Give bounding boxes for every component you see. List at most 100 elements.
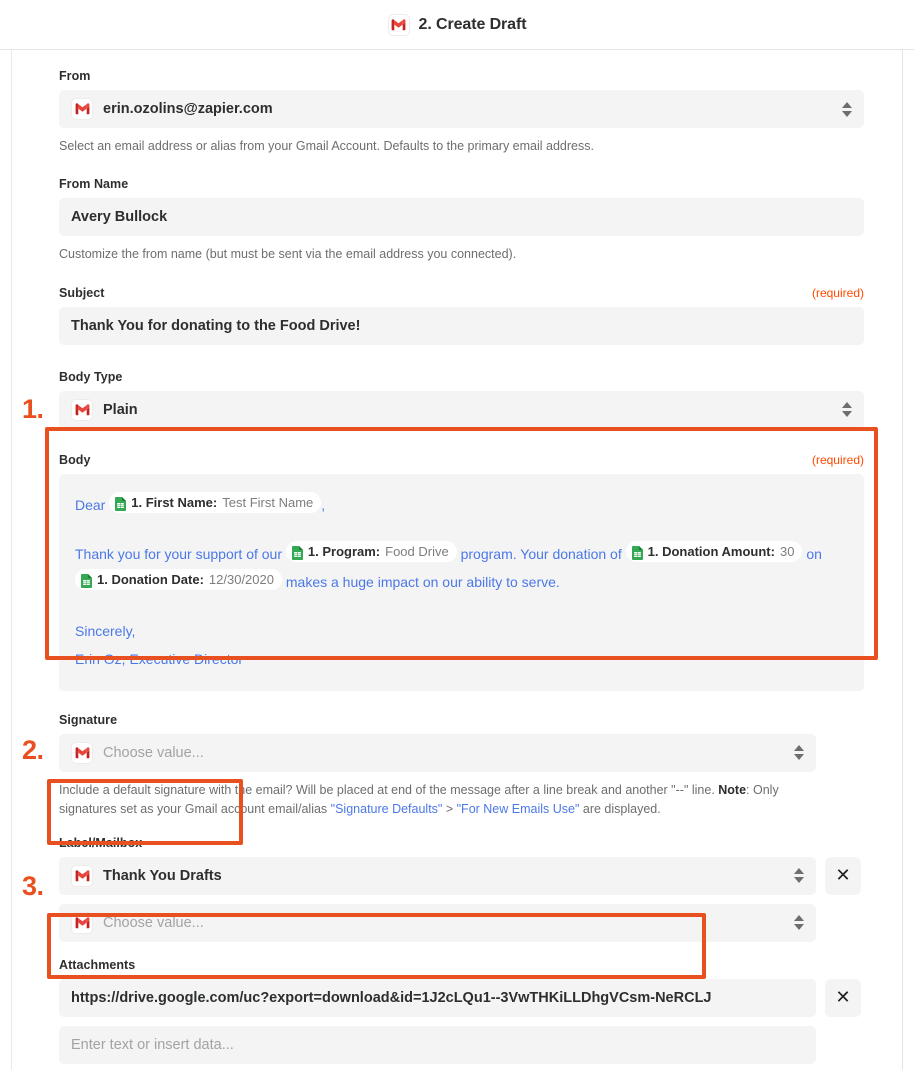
token-donation-amount[interactable]: 1. Donation Amount: 30 [625,541,803,563]
body-line-sincerely: Sincerely, [75,622,136,639]
annotation-number-3: 3. [22,871,44,901]
signature-help-sep: > [442,802,457,817]
field-body: Body (required) Dear 1. First Name: Test… [59,453,864,691]
body-text-dear: Dear [75,496,106,513]
field-from-name: From Name Avery Bullock Customize the fr… [59,177,864,264]
body-line-thanks: Thank you for your support of our 1. Pro… [75,540,848,596]
field-signature: Signature Choose value... Include a defa… [59,713,864,820]
field-body-label: Body [59,452,91,467]
token-program[interactable]: 1. Program: Food Drive [285,541,457,563]
step-header-inner: 2. Create Draft [387,13,527,36]
signature-select[interactable]: Choose value... [59,733,816,772]
token-first-name-value: Test First Name [222,495,314,511]
body-line-signoff: Erin Oz, Executive Director [75,650,244,667]
body-text-on: on [806,545,822,562]
chevron-updown-icon[interactable] [793,867,804,885]
body-type-select[interactable]: Plain [59,390,864,429]
field-attachments-head: Attachments [59,958,864,972]
attachment-input-empty[interactable]: Enter text or insert data... [59,1025,816,1064]
attachment-value: https://drive.google.com/uc?export=downl… [71,989,712,1006]
field-from-label: From [59,69,91,83]
signature-placeholder: Choose value... [103,744,204,761]
gmail-icon [387,13,410,36]
step-header: 2. Create Draft [0,0,914,50]
from-name-value: Avery Bullock [71,209,168,226]
signature-help-1: Include a default signature with the ema… [59,782,719,797]
field-signature-head: Signature [59,713,864,727]
field-signature-help: Include a default signature with the ema… [59,781,801,820]
field-body-type: Body Type Plain [59,370,864,429]
attachment-empty-placeholder: Enter text or insert data... [71,1036,234,1053]
from-value: erin.ozolins@zapier.com [103,101,273,117]
field-attachments: Attachments https://drive.google.com/uc?… [59,958,864,1070]
sheets-icon [115,496,127,511]
remove-label-mailbox-button[interactable]: ✕ [825,856,861,895]
field-from-name-head: From Name [59,177,864,191]
field-body-head: Body (required) [59,453,864,467]
remove-attachment-button[interactable]: ✕ [825,978,861,1017]
field-from-name-help: Customize the from name (but must be sen… [59,247,517,262]
form-content: From erin.ozolins@zapier.com Select an e… [59,50,864,1070]
body-text-donation-of: program. Your donation of [460,545,622,562]
token-donation-amount-label: 1. Donation Amount: [647,544,775,560]
token-donation-date[interactable]: 1. Donation Date: 12/30/2020 [75,569,282,591]
field-body-type-head: Body Type [59,370,864,384]
sheets-icon [291,545,303,560]
signature-defaults-link[interactable]: "Signature Defaults" [331,802,443,816]
subject-required-badge: (required) [811,285,864,300]
field-label-mailbox: Label/Mailbox Thank You Drafts ✕ Choose … [59,836,864,942]
gmail-icon [71,741,93,764]
token-program-label: 1. Program: [307,544,381,560]
chevron-updown-icon[interactable] [793,914,804,932]
field-subject-head: Subject (required) [59,286,864,300]
field-from: From erin.ozolins@zapier.com Select an e… [59,69,864,156]
body-required-badge: (required) [811,452,864,467]
signature-help-3: are displayed. [579,802,661,817]
body-text-comma: , [321,496,326,513]
gmail-icon [71,911,93,934]
field-signature-label: Signature [59,712,118,727]
token-donation-amount-value: 30 [779,544,795,560]
annotation-number-2: 2. [22,735,44,765]
field-label-mailbox-head: Label/Mailbox [59,836,864,850]
subject-value: Thank You for donating to the Food Drive… [71,317,361,334]
from-select[interactable]: erin.ozolins@zapier.com [59,90,864,128]
body-text-support: Thank you for your support of our [75,545,282,562]
app-root: 2. Create Draft From erin.ozolins@zapier… [0,0,914,1070]
token-donation-date-value: 12/30/2020 [208,572,274,588]
form-panel: From erin.ozolins@zapier.com Select an e… [11,50,903,1070]
token-first-name[interactable]: 1. First Name: Test First Name [109,492,322,514]
field-attachments-label: Attachments [59,957,136,972]
label-mailbox-select-empty[interactable]: Choose value... [59,903,816,942]
chevron-updown-icon[interactable] [841,100,852,118]
body-richtext-editor[interactable]: Dear 1. First Name: Test First Name , Th… [59,473,864,691]
body-text-impact: makes a huge impact on our ability to se… [285,573,560,590]
body-line-greeting: Dear 1. First Name: Test First Name , [75,491,848,519]
label-mailbox-select[interactable]: Thank You Drafts [59,856,816,895]
attachment-input[interactable]: https://drive.google.com/uc?export=downl… [59,978,816,1017]
chevron-updown-icon[interactable] [793,744,804,762]
field-body-type-label: Body Type [59,369,123,384]
chevron-updown-icon[interactable] [841,401,852,419]
field-subject: Subject (required) Thank You for donatin… [59,286,864,345]
token-donation-date-label: 1. Donation Date: [97,572,204,588]
sheets-icon [81,573,92,588]
token-program-value: Food Drive [385,544,449,560]
field-label-mailbox-label: Label/Mailbox [59,835,143,850]
attachments-row: https://drive.google.com/uc?export=downl… [59,978,864,1017]
new-emails-use-link[interactable]: "For New Emails Use" [457,802,580,816]
label-mailbox-value: Thank You Drafts [103,867,222,884]
gmail-icon [71,98,93,120]
field-from-help: Select an email address or alias from yo… [59,139,594,153]
label-mailbox-row: Thank You Drafts ✕ [59,856,864,895]
sheets-icon [631,545,643,560]
token-first-name-label: 1. First Name: [131,495,218,511]
from-name-input[interactable]: Avery Bullock [59,198,864,237]
gmail-icon [71,398,93,421]
gmail-icon [71,864,93,887]
page-title: 2. Create Draft [418,15,527,33]
signature-help-note: Note [718,782,747,797]
field-from-name-label: From Name [59,177,129,192]
subject-input[interactable]: Thank You for donating to the Food Drive… [59,306,864,345]
body-type-value: Plain [103,401,138,418]
